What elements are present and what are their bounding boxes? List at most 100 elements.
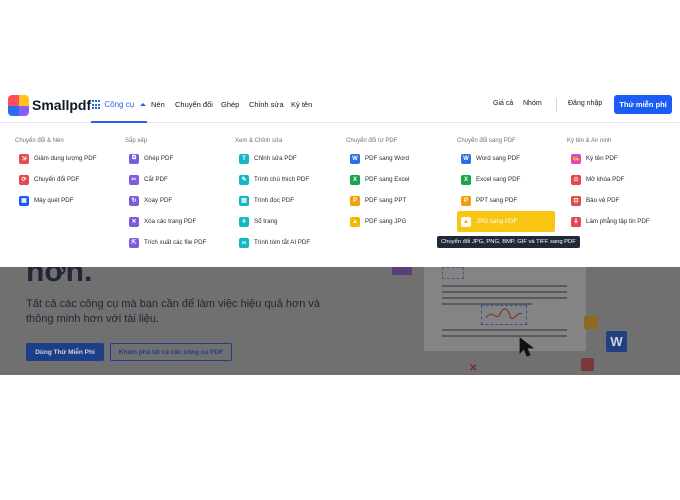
jpg-icon: ▲ [461,216,471,227]
mouse-cursor-icon [519,337,535,357]
menu-item-label: PPT sang PDF [476,197,518,204]
menu-column: Chuyển đổi từ PDF W PDF sang Word X PDF sang… [346,138,456,232]
menu-item-label: PDF sang PPT [365,197,407,204]
excel-icon: X [350,174,360,185]
split-icon: ✂ [129,174,139,185]
ppt-icon: P [461,195,471,206]
explore-tools-button[interactable]: Khám phá tất cả các công cụ PDF [110,343,232,361]
menu-item-label: Word sang PDF [476,155,520,162]
flatten-icon: ⇩ [571,216,581,227]
header-divider [556,98,557,112]
menu-item[interactable]: ▲ PDF sang JPG [346,211,456,232]
jpg-to-pdf-tooltip: Chuyển đổi JPG, PNG, BMP, GIF và TIFF sa… [437,236,580,248]
merge-icon: ⧉ [129,153,139,164]
menu-item[interactable]: ⊡ Bảo vệ PDF [567,190,677,211]
menu-item[interactable]: W Word sang PDF [457,148,567,169]
close-icon: ✕ [469,363,478,374]
jpg-icon: ▲ [350,216,360,227]
menu-item[interactable]: P PPT sang PDF [457,190,567,211]
menu-item[interactable]: ✍ Ký tên PDF [567,148,677,169]
menu-item[interactable]: ✎ Trình chú thích PDF [235,169,345,190]
menu-column: Ký tên & An ninh ✍ Ký tên PDF ⊙ Mở khóa PDF ⊡… [567,138,677,232]
menu-column-title: Chuyển đổi sang PDF [457,138,516,144]
menu-column-title: Ký tên & An ninh [567,138,612,144]
menu-item-label: Xóa các trang PDF [144,218,197,225]
nav-sign[interactable]: Ký tên [291,100,312,109]
smallpdf-logo-icon[interactable] [8,95,29,116]
reader-icon: ▤ [239,195,249,206]
menu-item[interactable]: ↻ Xoay PDF [125,190,235,211]
menu-item[interactable]: W PDF sang Word [346,148,456,169]
login-button[interactable]: Đăng nhập [568,100,602,107]
menu-item[interactable]: # Số trang [235,211,345,232]
menu-item-label: Mở khóa PDF [586,176,625,183]
nav-merge[interactable]: Ghép [221,100,239,109]
menu-item[interactable]: ✂ Cắt PDF [125,169,235,190]
menu-column: Chuyển đổi & Nén ⇲ Giảm dung lượng PDF ⟳ Chu… [15,138,125,211]
decorative-badge-icon [392,267,412,275]
hero-title: hơn. [26,267,93,288]
menu-item[interactable]: ⧉ Ghép PDF [125,148,235,169]
menu-item-label: Bảo vệ PDF [586,197,620,204]
nav-compress[interactable]: Nén [151,100,165,109]
word-file-icon: W [606,331,627,352]
menu-item[interactable]: ▲ JPG sang PDF [457,211,555,232]
menu-column-title: Xem & Chỉnh sửa [235,138,283,144]
pdf-file-icon [581,358,594,371]
menu-item[interactable]: X Excel sang PDF [457,169,567,190]
scanner-icon: ▣ [19,195,29,206]
menu-item[interactable]: ▣ Máy quét PDF [15,190,125,211]
convert-icon: ⟳ [19,174,29,185]
menu-item-label: Ký tên PDF [586,155,618,162]
nav-convert[interactable]: Chuyển đổi [175,100,213,109]
unlock-icon: ⊙ [571,174,581,185]
menu-item[interactable]: ▤ Trình đọc PDF [235,190,345,211]
extract-icon: ⇱ [129,237,139,248]
menu-item[interactable]: ✕ Xóa các trang PDF [125,211,235,232]
menu-item-label: Chuyển đổi PDF [34,176,80,183]
menu-item[interactable]: T Chỉnh sửa PDF [235,148,345,169]
hero-overlay: hơn. Tất cả các công cụ mà bạn cần để là… [0,267,680,375]
menu-column: Xem & Chỉnh sửa T Chỉnh sửa PDF ✎ Trình chú … [235,138,345,253]
menu-column-title: Chuyển đổi & Nén [15,138,64,144]
signature-box-icon [481,305,527,325]
hero-subtitle: Tất cả các công cụ mà bạn cần để làm việ… [26,298,320,325]
menu-item-label: Chỉnh sửa PDF [254,155,297,162]
menu-item[interactable]: ⟳ Chuyển đổi PDF [15,169,125,190]
menu-column-title: Chuyển đổi từ PDF [346,138,398,144]
menu-item[interactable]: P PDF sang PPT [346,190,456,211]
ai-icon: AI [239,237,249,248]
menu-item[interactable]: ⇩ Làm phẳng tập tin PDF [567,211,677,232]
nav-team[interactable]: Nhóm [523,100,542,107]
menu-item[interactable]: ⇲ Giảm dung lượng PDF [15,148,125,169]
brand-name[interactable]: Smallpdf [32,97,91,113]
word-icon: W [350,153,360,164]
menu-column: Chuyển đổi sang PDF W Word sang PDF X Excel … [457,138,567,232]
menu-item-label: Máy quét PDF [34,197,74,204]
menu-item-label: Trình tóm tắt AI PDF [254,239,311,246]
menu-item-label: Giảm dung lượng PDF [34,155,97,162]
menu-item[interactable]: ⊙ Mở khóa PDF [567,169,677,190]
tools-menu-button[interactable]: Công cụ [91,88,148,123]
caret-up-icon [140,103,147,106]
menu-item[interactable]: AI Trình tóm tắt AI PDF [235,232,345,253]
menu-item[interactable]: X PDF sang Excel [346,169,456,190]
menu-item-label: PDF sang Word [365,155,409,162]
menu-item-label: Làm phẳng tập tin PDF [586,218,650,225]
delete-pages-icon: ✕ [129,216,139,227]
image-file-icon [584,316,598,329]
menu-item[interactable]: ⇱ Trích xuất các file PDF [125,232,235,253]
try-free-button[interactable]: Dùng Thử Miễn Phí [26,343,104,361]
free-trial-button[interactable]: Thử miễn phí [614,95,672,114]
nav-pricing[interactable]: Giá cả [493,100,513,107]
ppt-icon: P [350,195,360,206]
document-illustration [424,267,586,351]
menu-item-label: Trình đọc PDF [254,197,295,204]
rotate-icon: ↻ [129,195,139,206]
menu-item-label: Xoay PDF [144,197,173,204]
menu-item-label: Cắt PDF [144,176,168,183]
nav-edit[interactable]: Chỉnh sửa [249,100,284,109]
tools-label: Công cụ [104,100,135,109]
menu-item-label: Trình chú thích PDF [254,176,310,183]
menu-item-label: Trích xuất các file PDF [144,239,207,246]
